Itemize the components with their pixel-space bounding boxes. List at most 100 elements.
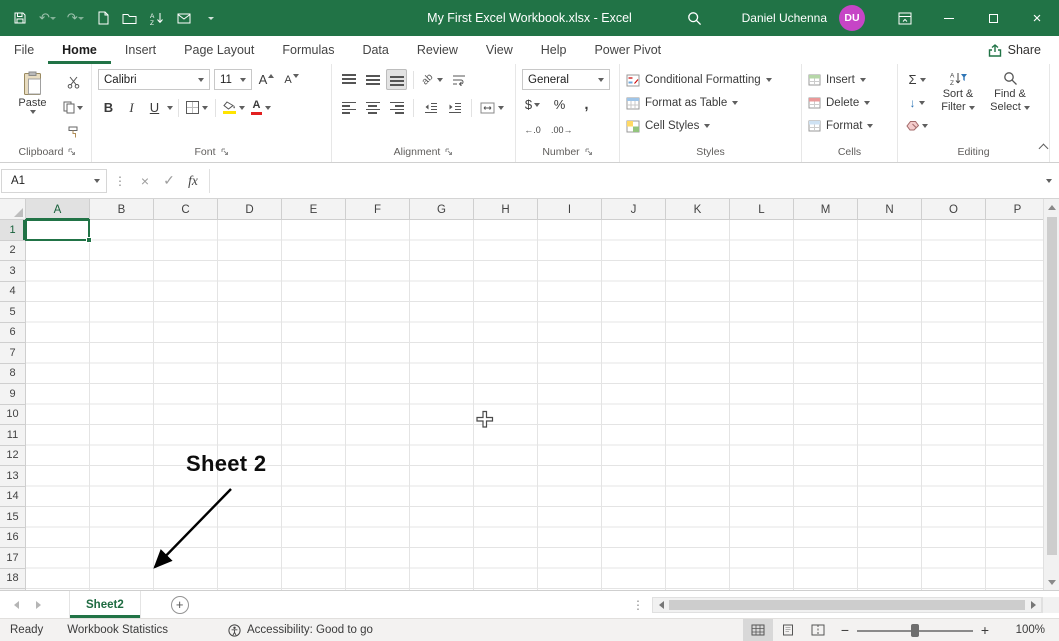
row-header-2[interactable]: 2 xyxy=(0,241,25,262)
clear-button[interactable] xyxy=(904,115,930,136)
tab-insert[interactable]: Insert xyxy=(111,36,170,64)
tab-file[interactable]: File xyxy=(0,36,48,64)
tab-page-layout[interactable]: Page Layout xyxy=(170,36,268,64)
column-header-O[interactable]: O xyxy=(922,199,986,220)
cut-button[interactable] xyxy=(61,72,85,93)
select-all-corner[interactable] xyxy=(0,199,26,220)
maximize-button[interactable] xyxy=(971,0,1015,36)
percent-button[interactable]: % xyxy=(549,94,570,115)
normal-view-button[interactable] xyxy=(743,619,773,641)
column-header-D[interactable]: D xyxy=(218,199,282,220)
delete-cells-button[interactable]: Delete xyxy=(808,92,891,114)
user-name[interactable]: Daniel Uchenna xyxy=(742,11,827,25)
align-middle-button[interactable] xyxy=(362,69,383,90)
format-as-table-button[interactable]: Format as Table xyxy=(626,92,795,114)
align-right-button[interactable] xyxy=(386,97,407,118)
insert-function-icon[interactable]: fx xyxy=(181,169,205,193)
cancel-icon[interactable]: × xyxy=(133,169,157,193)
decrease-font-button[interactable]: A xyxy=(281,69,302,90)
font-size-select[interactable]: 11 xyxy=(214,69,252,90)
column-header-E[interactable]: E xyxy=(282,199,346,220)
decrease-indent-button[interactable] xyxy=(420,97,441,118)
formula-input[interactable] xyxy=(209,169,1039,193)
align-bottom-button[interactable] xyxy=(386,69,407,90)
row-header-3[interactable]: 3 xyxy=(0,261,25,282)
italic-button[interactable]: I xyxy=(121,97,142,118)
sheet-tab-sheet2[interactable]: Sheet2 xyxy=(69,591,141,618)
merge-center-button[interactable] xyxy=(478,97,506,118)
vertical-scrollbar[interactable] xyxy=(1043,199,1059,590)
redo-icon[interactable]: ↷ xyxy=(67,9,84,27)
find-select-button[interactable]: Find & Select xyxy=(986,69,1034,144)
fill-handle[interactable] xyxy=(86,237,92,243)
paste-button[interactable]: Paste xyxy=(10,69,55,144)
page-layout-view-button[interactable] xyxy=(773,619,803,641)
row-header-10[interactable]: 10 xyxy=(0,405,25,426)
column-header-C[interactable]: C xyxy=(154,199,218,220)
row-header-17[interactable]: 17 xyxy=(0,548,25,569)
name-box[interactable]: A1 xyxy=(1,169,107,193)
scroll-up-icon[interactable] xyxy=(1044,199,1059,215)
sheet-bar-drag-dots[interactable]: ⋮ xyxy=(632,598,644,612)
row-header-14[interactable]: 14 xyxy=(0,487,25,508)
row-header-15[interactable]: 15 xyxy=(0,507,25,528)
share-button[interactable]: Share xyxy=(970,36,1059,64)
font-family-select[interactable]: Calibri xyxy=(98,69,210,90)
row-header-18[interactable]: 18 xyxy=(0,569,25,590)
font-dialog-launcher[interactable] xyxy=(221,148,229,156)
open-file-icon[interactable] xyxy=(122,9,138,27)
increase-decimal-button[interactable]: ←.0 xyxy=(522,119,543,140)
conditional-formatting-button[interactable]: Conditional Formatting xyxy=(626,69,795,91)
row-header-13[interactable]: 13 xyxy=(0,466,25,487)
sort-filter-button[interactable]: AZ Sort & Filter xyxy=(934,69,982,144)
row-header-9[interactable]: 9 xyxy=(0,384,25,405)
currency-button[interactable]: $ xyxy=(522,94,543,115)
cell-selection[interactable] xyxy=(25,219,90,241)
scroll-right-icon[interactable] xyxy=(1025,598,1041,612)
align-top-button[interactable] xyxy=(338,69,359,90)
email-icon[interactable] xyxy=(176,9,192,27)
column-header-B[interactable]: B xyxy=(90,199,154,220)
cell-styles-button[interactable]: Cell Styles xyxy=(626,115,795,137)
search-icon[interactable] xyxy=(687,11,702,26)
font-color-button[interactable]: A xyxy=(249,97,273,118)
minimize-button[interactable] xyxy=(927,0,971,36)
sort-ascending-icon[interactable]: AZ xyxy=(149,9,165,27)
accessibility-status[interactable]: Accessibility: Good to go xyxy=(228,624,373,637)
cells-area[interactable] xyxy=(26,220,1043,590)
fill-button[interactable]: ↓ xyxy=(904,92,930,113)
zoom-level[interactable]: 100% xyxy=(999,624,1045,636)
tab-power-pivot[interactable]: Power Pivot xyxy=(580,36,675,64)
column-header-K[interactable]: K xyxy=(666,199,730,220)
row-header-6[interactable]: 6 xyxy=(0,323,25,344)
row-header-7[interactable]: 7 xyxy=(0,343,25,364)
alignment-dialog-launcher[interactable] xyxy=(445,148,453,156)
zoom-out-button[interactable]: − xyxy=(833,619,857,641)
tab-formulas[interactable]: Formulas xyxy=(268,36,348,64)
zoom-in-button[interactable]: + xyxy=(973,619,997,641)
borders-button[interactable] xyxy=(184,97,210,118)
add-sheet-button[interactable]: + xyxy=(171,596,189,614)
horizontal-scrollbar[interactable] xyxy=(652,597,1042,613)
enter-icon[interactable]: ✓ xyxy=(157,169,181,193)
column-header-F[interactable]: F xyxy=(346,199,410,220)
column-header-H[interactable]: H xyxy=(474,199,538,220)
underline-button[interactable]: U xyxy=(144,97,165,118)
copy-button[interactable] xyxy=(61,97,85,118)
page-break-view-button[interactable] xyxy=(803,619,833,641)
row-header-8[interactable]: 8 xyxy=(0,364,25,385)
vertical-scrollbar-thumb[interactable] xyxy=(1047,217,1057,555)
qat-customize-icon[interactable] xyxy=(203,9,219,27)
avatar[interactable]: DU xyxy=(839,5,865,31)
save-icon[interactable] xyxy=(12,9,28,27)
align-left-button[interactable] xyxy=(338,97,359,118)
wrap-text-button[interactable] xyxy=(448,69,469,90)
tab-view[interactable]: View xyxy=(472,36,527,64)
zoom-slider-thumb[interactable] xyxy=(911,624,919,637)
expand-formula-bar-icon[interactable] xyxy=(1046,179,1052,183)
undo-icon[interactable]: ↶ xyxy=(39,9,56,27)
close-button[interactable]: × xyxy=(1015,0,1059,36)
zoom-slider[interactable] xyxy=(857,619,973,641)
clipboard-dialog-launcher[interactable] xyxy=(68,148,76,156)
align-center-button[interactable] xyxy=(362,97,383,118)
